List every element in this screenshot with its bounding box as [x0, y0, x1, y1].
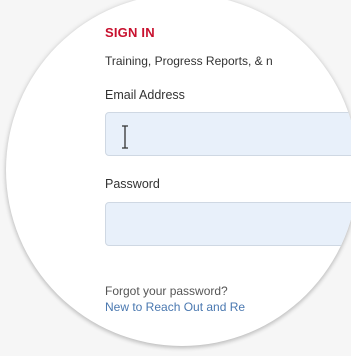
email-field[interactable] [105, 112, 351, 156]
signin-heading: SIGN IN [105, 25, 155, 40]
signin-subtitle: Training, Progress Reports, & n [105, 54, 273, 68]
email-label: Email Address [105, 88, 185, 102]
magnifier-lens: SIGN IN Training, Progress Reports, & n … [6, 0, 351, 346]
signin-panel: SIGN IN Training, Progress Reports, & n … [105, 0, 351, 346]
text-cursor-icon [122, 125, 128, 149]
password-label: Password [105, 177, 160, 191]
password-field[interactable] [105, 202, 351, 246]
forgot-password-link[interactable]: Forgot your password? [105, 284, 228, 298]
register-link[interactable]: New to Reach Out and Re [105, 300, 245, 314]
